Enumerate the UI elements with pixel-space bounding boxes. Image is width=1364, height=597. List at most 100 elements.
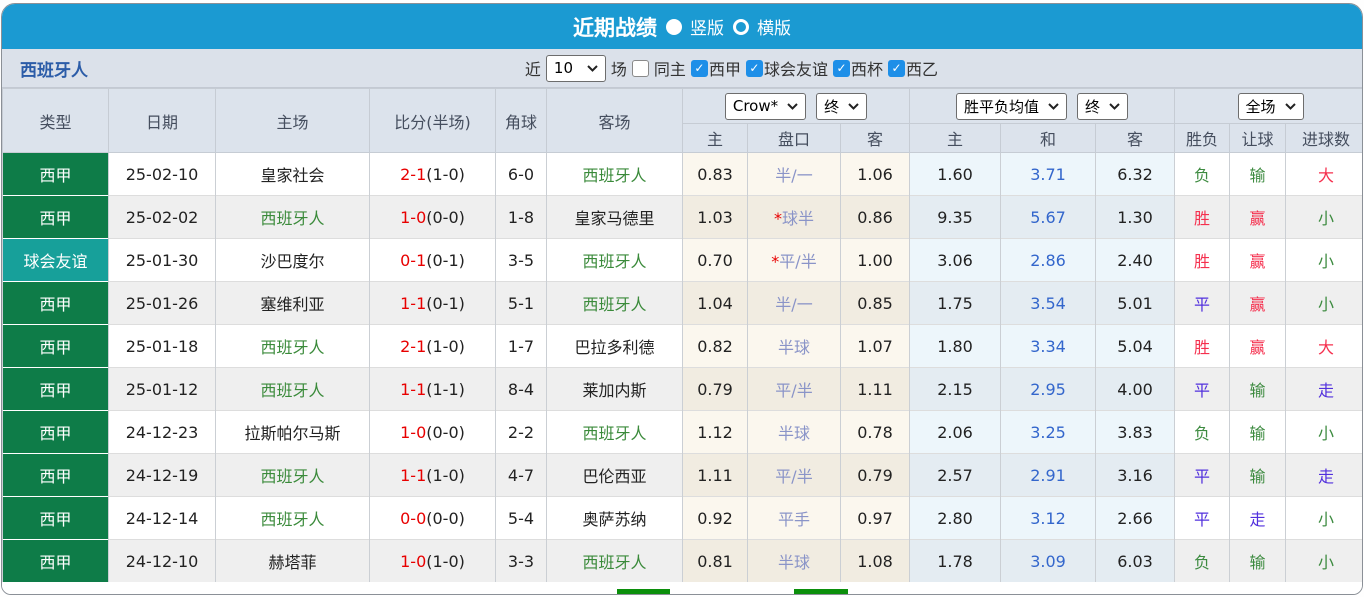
result: 胜 xyxy=(1174,324,1231,368)
league-filter-copa: 西杯 xyxy=(832,56,883,80)
corner-score: 6-0 xyxy=(495,152,547,196)
fulltime-score: 1-0 xyxy=(400,422,427,442)
horizontal-label: 横版 xyxy=(757,19,791,39)
match-date: 24-12-14 xyxy=(108,496,216,540)
wdl-mean-home: 1.80 xyxy=(909,324,1002,368)
odds-home: 1.11 xyxy=(682,453,748,497)
odds-home: 0.81 xyxy=(682,539,748,582)
laliga-checkbox[interactable] xyxy=(690,59,708,77)
match-count: 10 xyxy=(444,592,464,594)
table-row: 西甲 24-12-10 赫塔菲 1-0(1-0) 3-3 西班牙人 0.81 半… xyxy=(2,539,1362,582)
wdl-mean-draw: 3.54 xyxy=(1000,281,1097,325)
odds-home: 0.92 xyxy=(682,496,748,540)
segunda-checkbox[interactable] xyxy=(887,59,905,77)
odds-away: 0.78 xyxy=(839,410,911,454)
handicap-text: 半/一 xyxy=(775,295,813,314)
wdl-mean-draw: 5.67 xyxy=(1000,195,1097,239)
copa-checkbox[interactable] xyxy=(832,59,850,77)
radio-selected-icon[interactable] xyxy=(666,18,682,35)
big-rate-badge: 20% xyxy=(794,589,849,594)
wdl-mean-home: 1.60 xyxy=(909,152,1002,196)
chevron-down-icon xyxy=(1109,102,1120,110)
wdl-metric-select[interactable]: 胜平负均值 xyxy=(956,92,1068,120)
wdl-mean-away: 5.04 xyxy=(1095,324,1176,368)
league-filter-segunda: 西乙 xyxy=(887,56,938,80)
summary-bar: 近10场,胜3平4负3, 胜率: 30% 赢率:40% 大: 20% 单率:60… xyxy=(2,582,1362,595)
handicap: 半球 xyxy=(747,324,841,368)
match-date: 25-02-10 xyxy=(108,152,216,196)
result: 平 xyxy=(1174,453,1231,497)
scope-select[interactable]: 全场 xyxy=(1237,92,1304,120)
table-row: 西甲 25-02-02 西班牙人 1-0(0-0) 1-8 皇家马德里 1.03… xyxy=(2,195,1362,239)
subheader-handicap-result: 让球 xyxy=(1229,123,1287,153)
handicap-result: 赢 xyxy=(1229,281,1287,325)
col-header-score: 比分(半场) xyxy=(369,88,496,153)
same-home-checkbox[interactable] xyxy=(631,59,649,77)
corner-score: 3-5 xyxy=(495,238,547,282)
col-header-home: 主场 xyxy=(215,88,370,153)
handicap-text: 平手 xyxy=(777,510,810,529)
friendly-checkbox[interactable] xyxy=(745,59,763,77)
match-date: 24-12-19 xyxy=(108,453,216,497)
wdl-mean-draw: 3.12 xyxy=(1000,496,1097,540)
chevron-down-icon xyxy=(1284,102,1296,110)
home-team: 沙巴度尔 xyxy=(215,238,370,282)
layout-vertical-option[interactable]: 竖版 xyxy=(666,14,724,39)
table-row: 球会友谊 25-01-30 沙巴度尔 0-1(0-1) 3-5 西班牙人 0.7… xyxy=(2,238,1362,282)
halftime-score: (1-1) xyxy=(426,379,465,399)
radio-unselected-icon[interactable] xyxy=(733,18,749,35)
league-filter-friendly: 球会友谊 xyxy=(745,56,828,80)
goals-result: 小 xyxy=(1285,238,1362,282)
home-team: 塞维利亚 xyxy=(215,281,370,325)
corner-score: 5-1 xyxy=(495,281,547,325)
single-label: 单率: xyxy=(863,590,900,595)
handicap-result: 输 xyxy=(1229,453,1287,497)
score-cell: 1-1(1-0) xyxy=(369,453,496,497)
handicap: 平/半 xyxy=(747,453,841,497)
corner-score: 4-7 xyxy=(495,453,547,497)
wdl-mean-away: 3.16 xyxy=(1095,453,1176,497)
subheader-wdl-home: 主 xyxy=(909,123,1002,153)
fulltime-score: 1-1 xyxy=(400,379,427,399)
match-type-badge: 西甲 xyxy=(2,539,109,582)
odds-away: 0.86 xyxy=(839,195,911,239)
wdl-mean-away: 4.00 xyxy=(1095,367,1176,411)
wdl-mean-home: 1.75 xyxy=(909,281,1002,325)
goals-result: 小 xyxy=(1285,496,1362,540)
halftime-score: (1-0) xyxy=(426,164,465,184)
table-row: 西甲 24-12-14 西班牙人 0-0(0-0) 5-4 奥萨苏纳 0.92 … xyxy=(2,496,1362,540)
goals-result: 大 xyxy=(1285,152,1362,196)
halftime-score: (0-1) xyxy=(426,250,465,270)
result: 平 xyxy=(1174,496,1231,540)
match-count-select[interactable]: 10 xyxy=(545,54,606,82)
table-row: 西甲 25-01-18 西班牙人 2-1(1-0) 1-7 巴拉多利德 0.82… xyxy=(2,324,1362,368)
odds-home: 1.12 xyxy=(682,410,748,454)
handicap: 半/一 xyxy=(747,152,841,196)
home-team: 西班牙人 xyxy=(215,453,370,497)
wdl-mean-away: 5.01 xyxy=(1095,281,1176,325)
near-label: 近 xyxy=(524,60,541,79)
vertical-label: 竖版 xyxy=(690,19,724,39)
handicap: *球半 xyxy=(747,195,841,239)
odds-home: 0.70 xyxy=(682,238,748,282)
match-type-badge: 西甲 xyxy=(2,367,109,411)
handicap-text: 半/一 xyxy=(775,166,813,185)
match-type-badge: 西甲 xyxy=(2,410,109,454)
away-team: 皇家马德里 xyxy=(546,195,683,239)
odds-away: 0.97 xyxy=(839,496,911,540)
match-date: 25-01-12 xyxy=(108,367,216,411)
wdl-mean-home: 2.80 xyxy=(909,496,1002,540)
near-label: 近 xyxy=(428,590,444,595)
layout-horizontal-option[interactable]: 横版 xyxy=(733,14,791,39)
fulltime-score: 0-0 xyxy=(400,508,427,528)
chevron-down-icon xyxy=(848,102,859,110)
col-header-date: 日期 xyxy=(108,88,216,153)
wdl-select-group: 胜平负均值 终 xyxy=(909,88,1176,124)
handicap-text: 平/半 xyxy=(779,252,817,271)
odds-company-select[interactable]: Crow* xyxy=(724,92,807,120)
subheader-wdl-away: 客 xyxy=(1095,123,1176,153)
score-cell: 1-0(0-0) xyxy=(369,410,496,454)
wdl-time-select[interactable]: 终 xyxy=(1077,92,1129,120)
wdl-mean-home: 2.06 xyxy=(909,410,1002,454)
odds-time-select[interactable]: 终 xyxy=(816,92,868,120)
